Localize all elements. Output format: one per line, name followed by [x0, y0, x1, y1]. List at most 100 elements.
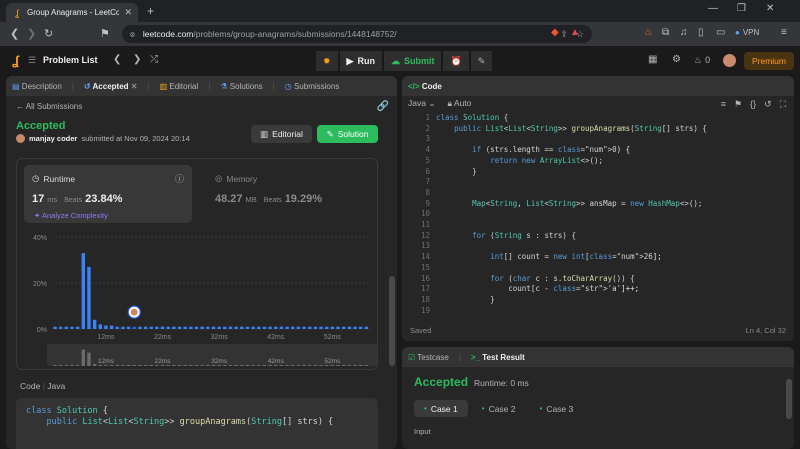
case-tab-2[interactable]: • Case 2: [472, 400, 526, 417]
chart-bar[interactable]: [262, 326, 267, 329]
username[interactable]: manjay coder: [29, 134, 77, 143]
chart-bar[interactable]: [143, 326, 148, 329]
notes-button[interactable]: ✎: [470, 51, 493, 71]
runtime-card[interactable]: ◷ Runtime ⓘ 17 ms Beats 23.84% ✦ Analyze …: [24, 165, 192, 223]
chart-bar[interactable]: [155, 326, 159, 329]
link-icon[interactable]: 🔗: [377, 101, 389, 112]
chart-bar[interactable]: [251, 326, 255, 329]
chart-bar[interactable]: [166, 326, 170, 329]
chart-bar[interactable]: [341, 326, 346, 329]
code-line[interactable]: [436, 220, 707, 231]
wallet-icon[interactable]: ▭: [716, 27, 725, 38]
code-line[interactable]: for (String s : strs) {: [436, 231, 707, 242]
chart-bar[interactable]: [364, 326, 369, 329]
chart-bar[interactable]: [138, 326, 142, 329]
chart-bar[interactable]: [217, 326, 221, 329]
reset-icon[interactable]: ↺: [764, 99, 772, 110]
chart-bar[interactable]: [126, 326, 131, 329]
code-line[interactable]: return new ArrayList<>();: [436, 156, 707, 167]
avatar[interactable]: [723, 54, 736, 67]
code-line[interactable]: class Solution {: [436, 113, 707, 124]
chart-bar[interactable]: [132, 326, 136, 329]
avatar[interactable]: [16, 134, 25, 143]
chart-bar[interactable]: [109, 325, 114, 329]
run-button[interactable]: ▶ Run: [339, 51, 382, 71]
chart-bar[interactable]: [64, 326, 69, 329]
left-scrollbar[interactable]: [389, 276, 395, 366]
brave-shield-icon[interactable]: ◆: [551, 27, 559, 38]
prev-problem-icon[interactable]: ❮: [113, 54, 121, 65]
url-text[interactable]: leetcode.com/problems/group-anagrams/sub…: [143, 29, 553, 39]
site-info-icon[interactable]: ⚙: [130, 30, 135, 39]
chart-bar[interactable]: [257, 326, 261, 329]
chart-bar[interactable]: [70, 326, 74, 329]
chart-bar[interactable]: [200, 326, 204, 329]
code-line[interactable]: public List<List<String>> groupAnagrams(…: [436, 124, 707, 135]
extensions-icon[interactable]: ⧉: [662, 27, 669, 38]
chart-bar[interactable]: [274, 326, 278, 329]
tab-submissions[interactable]: ◷ Submissions: [285, 82, 340, 91]
problem-list-link[interactable]: Problem List: [43, 55, 98, 65]
memory-card[interactable]: ◎ Memory 48.27 MB Beats 19.29%: [207, 165, 367, 223]
sidebar-icon[interactable]: ▯: [698, 27, 704, 38]
chart-bar[interactable]: [104, 325, 108, 329]
chart-bar[interactable]: [87, 266, 91, 329]
chart-bar[interactable]: [285, 326, 289, 329]
braces-icon[interactable]: {}: [750, 99, 756, 110]
shuffle-icon[interactable]: ⤮: [150, 54, 158, 65]
code-editor[interactable]: 1 2 3 4 5 6 7 8 9 10 11 12 13 14 15 16 17 18 19 class Solu…: [402, 112, 794, 328]
chart-bar[interactable]: [177, 326, 182, 329]
forward-icon[interactable]: ❯: [27, 27, 36, 40]
code-line[interactable]: [436, 263, 707, 274]
streak-counter[interactable]: ♨ 0: [694, 55, 710, 66]
case-tab-1[interactable]: • Case 1: [414, 400, 468, 417]
tab-testcase[interactable]: ☑ Testcase: [408, 353, 449, 362]
runtime-distribution-chart[interactable]: 40% 20% 0% 12ms 22ms 32ms 42ms 52ms 12ms 22ms 32ms…: [17, 229, 379, 369]
problem-list-icon[interactable]: ☰: [28, 55, 36, 66]
tab-description[interactable]: ▤ Description: [12, 82, 62, 91]
chart-bar[interactable]: [194, 326, 199, 329]
tab-editorial[interactable]: ▥ Editorial: [160, 82, 199, 91]
fullscreen-icon[interactable]: ⛶: [780, 99, 786, 110]
chart-bar[interactable]: [308, 326, 312, 329]
extension-fire-icon[interactable]: ♨: [644, 27, 653, 38]
code-line[interactable]: }: [436, 295, 707, 306]
code-line[interactable]: [436, 209, 707, 220]
restore-icon[interactable]: ❐: [737, 3, 746, 14]
solution-button[interactable]: ✎ Solution: [317, 125, 378, 143]
chart-bar[interactable]: [358, 326, 363, 329]
code-line[interactable]: [436, 306, 707, 317]
debug-button[interactable]: ✹: [316, 51, 338, 71]
minimize-icon[interactable]: —: [708, 3, 718, 14]
chart-bar[interactable]: [115, 326, 119, 329]
code-line[interactable]: if (strs.length == class="num">0) {: [436, 145, 707, 156]
case-tab-3[interactable]: • Case 3: [530, 400, 584, 417]
chart-bar[interactable]: [240, 326, 244, 329]
chart-bar[interactable]: [98, 324, 102, 329]
code-line[interactable]: [436, 188, 707, 199]
chart-bar[interactable]: [245, 326, 250, 329]
chart-bar[interactable]: [211, 326, 216, 329]
code-line[interactable]: [436, 241, 707, 252]
code-line[interactable]: [436, 134, 707, 145]
media-icon[interactable]: ♫: [680, 27, 688, 38]
leetcode-logo-icon[interactable]: ʆ: [12, 53, 26, 69]
chart-bar[interactable]: [296, 326, 301, 329]
chart-bar[interactable]: [53, 326, 57, 329]
next-problem-icon[interactable]: ❯: [133, 54, 141, 65]
code-line[interactable]: count[c - class="str">'a']++;: [436, 284, 707, 295]
code-line[interactable]: }: [436, 167, 707, 178]
chart-bar[interactable]: [302, 326, 306, 329]
chart-bar[interactable]: [279, 326, 284, 329]
chart-bar[interactable]: [206, 326, 210, 329]
brave-rewards-icon[interactable]: ▲: [570, 27, 580, 38]
language-select[interactable]: Java ⌄: [408, 98, 435, 109]
tab-test-result[interactable]: >_ Test Result: [471, 353, 525, 362]
bookmark-icon[interactable]: ⚑: [734, 99, 742, 110]
submit-button[interactable]: ☁ Submit: [383, 51, 442, 71]
chart-bar[interactable]: [183, 326, 187, 329]
code-line[interactable]: int[] count = new int[class="num">26];: [436, 252, 707, 263]
premium-button[interactable]: Premium: [744, 52, 794, 70]
chart-bar[interactable]: [234, 326, 238, 329]
info-icon[interactable]: ⓘ: [175, 172, 184, 185]
